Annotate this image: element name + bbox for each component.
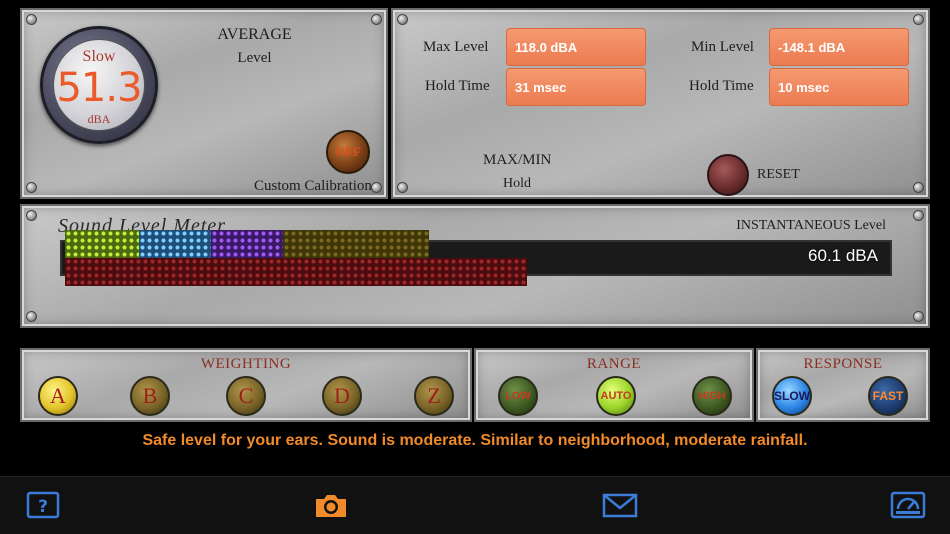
max-level-value: 118.0 dBA (506, 28, 646, 66)
screw-icon (26, 311, 37, 322)
instantaneous-label: INSTANTANEOUS Level (736, 218, 886, 233)
min-hold-time-label: Hold Time (689, 78, 754, 94)
average-title: AVERAGE (217, 26, 292, 43)
screw-icon (913, 311, 924, 322)
average-subtitle: Level (237, 50, 272, 66)
weighting-panel: WEIGHTING A B C D Z (20, 348, 472, 422)
level-bar: 60.1 dBA (60, 230, 892, 286)
response-title: RESPONSE (803, 356, 883, 372)
max-level-label: Max Level (423, 39, 489, 55)
screw-icon (371, 182, 382, 193)
screw-icon (26, 210, 37, 221)
weighting-z-button[interactable]: Z (414, 376, 454, 416)
gauge-mode-label: Slow (82, 48, 116, 65)
gauge-face: Slow 51.3 dBA (53, 39, 145, 131)
min-hold-time-value[interactable]: 10 msec (769, 68, 909, 106)
camera-icon[interactable] (313, 491, 349, 524)
maxmin-panel: Max Level 118.0 dBA Hold Time 31 msec Mi… (391, 8, 930, 199)
status-message: Safe level for your ears. Sound is moder… (142, 432, 808, 449)
svg-text:?: ? (38, 497, 48, 517)
screw-icon (371, 14, 382, 25)
meter-settings-icon[interactable] (890, 491, 926, 524)
mail-icon[interactable] (602, 491, 638, 524)
level-bar-green-segment (65, 230, 139, 258)
screw-icon (913, 210, 924, 221)
instantaneous-level-value: 60.1 dBA (808, 246, 878, 265)
level-bar-inactive-red-segment (65, 258, 527, 286)
sound-level-meter-panel: Sound Level Meter INSTANTANEOUS Level 60… (20, 204, 930, 328)
help-icon[interactable]: ? (26, 491, 60, 524)
response-panel: RESPONSE SLOW FAST (756, 348, 930, 422)
custom-calibration-label: Custom Calibration (254, 178, 372, 194)
response-slow-button[interactable]: SLOW (772, 376, 812, 416)
weighting-d-button[interactable]: D (322, 376, 362, 416)
min-level-label: Min Level (691, 39, 754, 55)
range-panel: RANGE LOW AUTO HIGH (474, 348, 754, 422)
screw-icon (913, 14, 924, 25)
weighting-title: WEIGHTING (200, 356, 292, 372)
weighting-c-button[interactable]: C (226, 376, 266, 416)
level-bar-blue-segment (139, 230, 211, 258)
bottom-toolbar: ? (0, 476, 950, 534)
level-bar-purple-segment (211, 230, 283, 258)
average-panel: Slow 51.3 dBA AVERAGE Level OFF Custom C… (20, 8, 388, 199)
level-bar-inactive-yellow-segment (283, 230, 429, 258)
maxmin-subtitle: Hold (503, 176, 531, 191)
average-level-gauge: Slow 51.3 dBA (40, 26, 158, 144)
response-fast-button[interactable]: FAST (868, 376, 908, 416)
range-auto-button[interactable]: AUTO (596, 376, 636, 416)
maxmin-title: MAX/MIN (483, 152, 552, 168)
gauge-unit-label: dBA (87, 112, 111, 126)
max-hold-time-value[interactable]: 31 msec (506, 68, 646, 106)
range-high-button[interactable]: HIGH (692, 376, 732, 416)
reset-button[interactable] (707, 154, 749, 196)
range-title: RANGE (586, 356, 642, 372)
weighting-b-button[interactable]: B (130, 376, 170, 416)
min-level-value: -148.1 dBA (769, 28, 909, 66)
screw-icon (397, 182, 408, 193)
custom-calibration-toggle[interactable]: OFF (326, 130, 370, 174)
screw-icon (26, 182, 37, 193)
reset-label: RESET (757, 167, 800, 182)
screw-icon (26, 14, 37, 25)
average-level-value: 51.3 (56, 65, 142, 111)
max-hold-time-label: Hold Time (425, 78, 490, 94)
weighting-a-button[interactable]: A (38, 376, 78, 416)
screw-icon (397, 14, 408, 25)
range-low-button[interactable]: LOW (498, 376, 538, 416)
screw-icon (913, 182, 924, 193)
